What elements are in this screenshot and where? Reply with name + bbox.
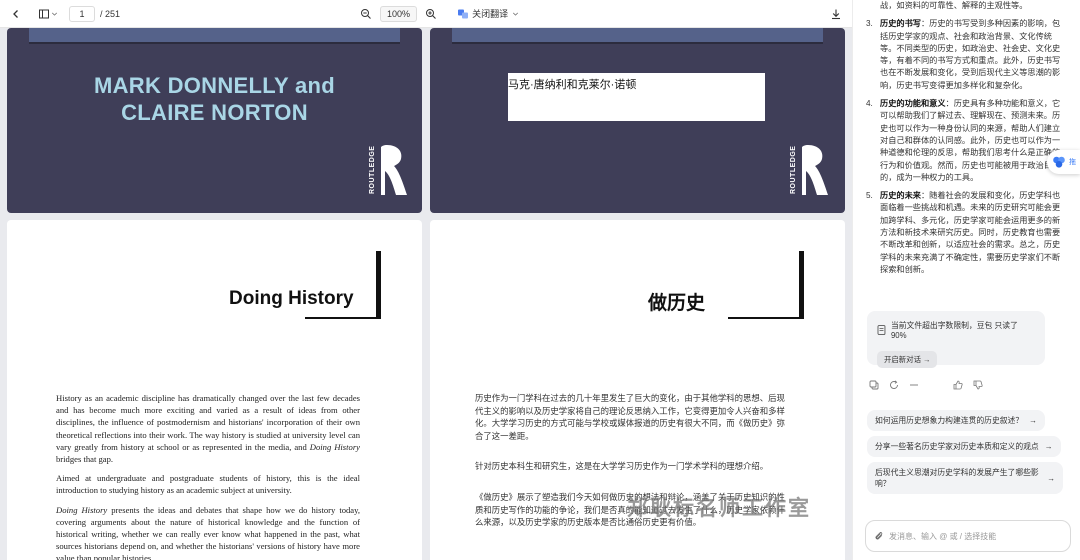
download-icon [832,9,840,19]
cover-page-translated: 马克·唐纳利和克莱尔·诺顿 ROUTLEDGE [430,28,845,213]
share-icon[interactable] [909,380,919,390]
arrow-right-icon: → [1029,416,1037,425]
document-icon [877,325,886,335]
paragraph: Doing History presents the ideas and deb… [56,504,361,560]
paragraph: 历史作为一门学科在过去的几十年里发生了巨大的变化，由于其他学科的思想、后现代主义… [475,393,785,441]
answer-item: 5. 历史的未来：随着社会的发展和变化，历史学科也面临着一些挑战和机遇。未来的历… [866,191,1061,274]
page-number-input[interactable]: 1 [69,5,95,22]
cover-page-original: MARK DONNELLY and CLAIRE NORTON ROUTLEDG… [7,28,422,213]
suggestion-chip[interactable]: 分享一些著名历史学家对历史本质和定义的观点 → [867,436,1061,457]
title-bracket [303,251,381,321]
copy-icon[interactable] [869,380,879,390]
cover-art-strip [452,28,823,44]
arrow-right-icon: → [1047,473,1055,483]
download-button[interactable] [826,4,846,24]
translate-toggle[interactable]: 关闭翻译 [453,4,524,24]
answer-item: 3. 历史的书写：历史的书写受到多种因素的影响，包括历史学家的观点、社会和政治背… [866,19,1061,90]
routledge-logo-text: ROUTLEDGE [369,145,376,195]
page-title-en: Doing History [229,288,354,309]
chevron-left-icon [13,9,18,18]
zoom-in-icon [426,8,436,19]
chat-input[interactable]: 发消息、输入 @ 或 / 选择技能 [865,520,1071,552]
routledge-logo: ROUTLEDGE [790,143,830,197]
page-body-zh: 历史作为一门学科在过去的几十年里发生了巨大的变化，由于其他学科的思想、后现代主义… [475,392,793,547]
routledge-head-icon [802,145,828,195]
side-tab-label: 拖 [1069,159,1076,166]
paragraph: History as an academic discipline has dr… [56,393,360,465]
routledge-head-icon [381,145,407,195]
suggestion-chip[interactable]: 如何运用历史想象力构建连贯的历史叙述？ → [867,410,1045,431]
page-body-en: History as an academic discipline has dr… [56,392,360,560]
routledge-logo: ROUTLEDGE [369,143,409,197]
translate-label: 关闭翻译 [472,9,509,19]
attach-icon[interactable] [874,531,884,541]
paragraph: 针对历史本科生和研究生，这是在大学学习历史作为一门学术学科的理想介绍。 [475,461,769,472]
answer-item: 4. 历史的功能和意义：历史具有多种功能和意义，它可以帮助我们了解过去、理解现在… [866,99,1061,182]
zoom-out-icon [361,8,371,19]
regenerate-icon[interactable] [889,380,899,390]
cover-authors-line1: MARK DONNELLY and [93,73,335,98]
cover-authors-translated: 马克·唐纳利和克莱尔·诺顿 [508,73,765,121]
assistant-panel: 战，如资料的可靠性、解释的主观性等。 3. 历史的书写：历史的书写受到多种因素的… [852,0,1080,560]
arrow-right-icon: → [1044,442,1053,451]
assistant-side-tab[interactable]: 拖 [1047,150,1080,174]
sidebar-icon [39,9,49,18]
cover-art-strip [29,28,400,44]
notice-text: 当前文件超出字数限制，豆包 只读了 90% [890,321,1018,340]
paragraph: Aimed at undergraduate and postgraduate … [56,473,360,496]
answer-intro: 战，如资料的可靠性、解释的主观性等。 [880,1,1028,10]
cover-authors-line2: CLAIRE NORTON [121,100,308,125]
sidebar-toggle-button[interactable] [34,4,63,24]
arrow-right-icon: → [923,355,931,364]
word-limit-notice: 当前文件超出字数限制，豆包 只读了 90% 开启新对话 → [867,311,1045,368]
translate-icon [458,9,469,18]
chevron-down-icon [51,12,58,16]
thumbs-up-icon[interactable] [953,380,963,390]
message-actions [869,380,983,390]
page-title-zh: 做历史 [648,293,706,314]
watermark-text: 郑耿标名师工作室 [627,497,811,520]
chevron-down-icon [513,12,519,16]
chat-placeholder: 发消息、输入 @ 或 / 选择技能 [889,531,997,541]
cover-authors: MARK DONNELLY and CLAIRE NORTON [7,72,422,126]
title-bracket [726,251,804,321]
assistant-answer: 战，如资料的可靠性、解释的主观性等。 3. 历史的书写：历史的书写受到多种因素的… [866,0,1066,282]
routledge-logo-text: ROUTLEDGE [790,145,797,195]
thumbs-down-icon[interactable] [973,380,983,390]
new-chat-button[interactable]: 开启新对话 → [877,351,938,368]
page-total-label: / 251 [100,8,121,19]
back-button[interactable] [6,4,26,24]
suggestion-chip[interactable]: 后现代主义思潮对历史学科的发展产生了哪些影响？ → [867,462,1063,494]
content-page-original: Doing History History as an academic dis… [7,220,422,560]
pdf-viewer[interactable]: MARK DONNELLY and CLAIRE NORTON ROUTLEDG… [0,28,852,560]
zoom-in-button[interactable] [421,4,441,24]
zoom-level[interactable]: 100% [380,5,418,22]
zoom-out-button[interactable] [356,4,376,24]
pdf-toolbar: 1 / 251 100% 关闭翻译 [0,0,852,28]
doubao-logo-icon [1053,156,1065,168]
